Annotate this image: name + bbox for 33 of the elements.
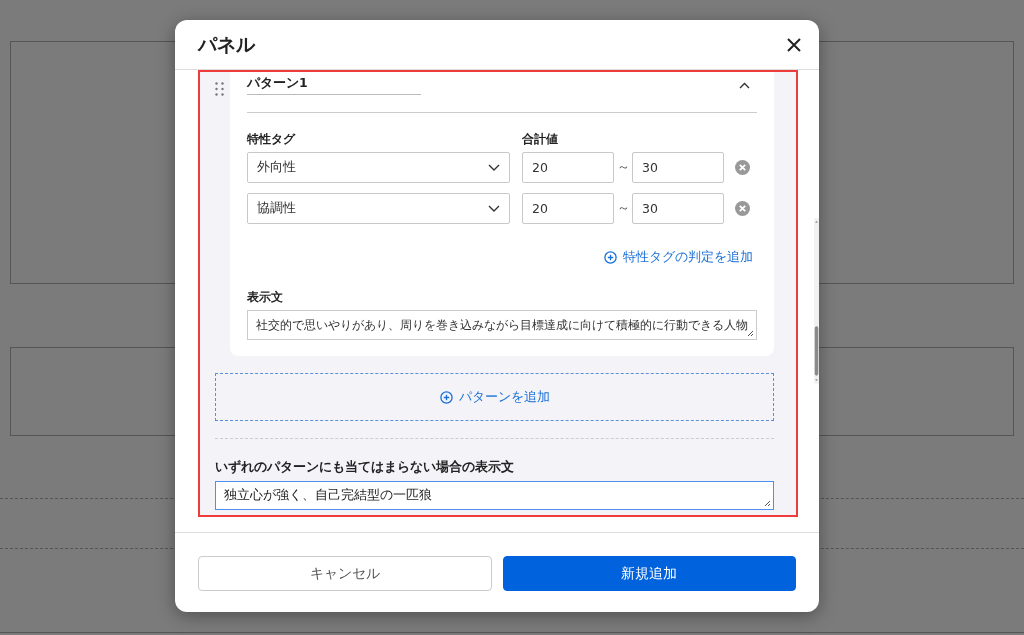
max-value-field[interactable]: 30 [632, 193, 724, 224]
close-icon [787, 37, 801, 52]
cancel-button[interactable]: キャンセル [198, 556, 492, 591]
add-tag-rule-link[interactable]: 特性タグの判定を追加 [604, 249, 757, 266]
resize-grip-icon [747, 330, 754, 337]
column-label: 特性タグ [247, 131, 297, 148]
field-label: 表示文 [247, 289, 284, 306]
min-value-field[interactable]: 20 [522, 152, 614, 183]
plus-circle-icon [604, 251, 617, 264]
min-value-field[interactable]: 20 [522, 193, 614, 224]
chevron-down-icon [488, 205, 500, 212]
remove-circle-icon [735, 201, 750, 216]
close-button[interactable] [785, 35, 803, 54]
add-button[interactable]: 新規追加 [502, 556, 796, 591]
range-separator: ～ [615, 159, 631, 176]
tag-dropdown[interactable]: 協調性 [247, 193, 510, 224]
chevron-down-icon [488, 164, 500, 171]
display-text-field[interactable]: 社交的で思いやりがあり、周りを巻き込みながら目標達成に向けて積極的に行動できる人物 [247, 310, 757, 340]
add-pattern-button[interactable]: パターンを追加 [215, 373, 774, 421]
pattern-name-field[interactable]: パターン1 [247, 75, 421, 95]
tag-dropdown[interactable]: 外向性 [247, 152, 510, 183]
caret-icon [739, 81, 750, 89]
column-label: 合計値 [522, 131, 558, 148]
fallback-text-field[interactable]: 独立心が強く、自己完結型の一匹狼 [215, 481, 774, 510]
dialog-title: パネル [198, 31, 255, 57]
max-value-field[interactable]: 30 [632, 152, 724, 183]
remove-button[interactable] [735, 201, 750, 216]
resize-grip-icon [764, 500, 771, 507]
remove-circle-icon [735, 160, 750, 175]
remove-button[interactable] [735, 160, 750, 175]
field-label: いずれのパターンにも当てはまらない場合の表示文 [215, 459, 515, 476]
range-separator: ～ [615, 200, 631, 217]
plus-circle-icon [439, 390, 453, 404]
